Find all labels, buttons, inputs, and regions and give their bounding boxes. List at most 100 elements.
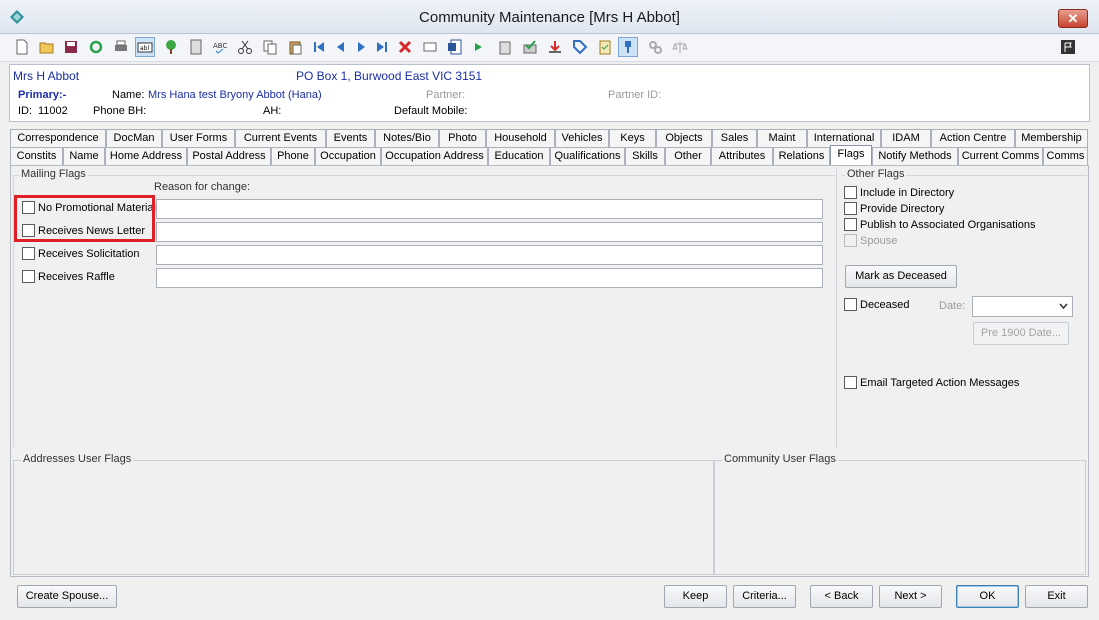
receives-news-letter-checkbox[interactable]: Receives News Letter xyxy=(22,224,145,237)
tab-sales[interactable]: Sales xyxy=(712,129,757,147)
pin-icon[interactable] xyxy=(618,37,638,57)
new-icon[interactable] xyxy=(12,37,32,57)
receives-solicitation-checkbox[interactable]: Receives Solicitation xyxy=(22,247,140,260)
receives-solicitation-reason-input[interactable] xyxy=(156,245,823,265)
gears-icon[interactable] xyxy=(645,37,665,57)
date-dropdown[interactable] xyxy=(972,296,1073,317)
create-spouse-button[interactable]: Create Spouse... xyxy=(17,585,117,608)
pre-1900-date-button[interactable]: Pre 1900 Date... xyxy=(973,322,1069,345)
checkbox-box[interactable] xyxy=(844,202,857,215)
open-icon[interactable] xyxy=(37,37,57,57)
window-title: Community Maintenance [Mrs H Abbot] xyxy=(419,9,680,26)
tab-attributes[interactable]: Attributes xyxy=(711,147,773,165)
tab-docman[interactable]: DocMan xyxy=(106,129,162,147)
checkbox-box[interactable] xyxy=(22,247,35,260)
tab-events[interactable]: Events xyxy=(326,129,375,147)
tab-constits[interactable]: Constits xyxy=(10,147,63,165)
tab-flags[interactable]: Flags xyxy=(830,145,872,165)
clipboard-icon[interactable] xyxy=(495,37,515,57)
close-button[interactable]: ✕ xyxy=(1058,9,1088,28)
checkbox-box[interactable] xyxy=(844,186,857,199)
email-targeted-action-checkbox[interactable]: Email Targeted Action Messages xyxy=(844,376,1019,389)
receives-raffle-checkbox[interactable]: Receives Raffle xyxy=(22,270,115,283)
provide-directory-checkbox[interactable]: Provide Directory xyxy=(844,202,944,215)
checkbox-box[interactable] xyxy=(22,224,35,237)
include-in-directory-checkbox[interactable]: Include in Directory xyxy=(844,186,954,199)
approve-icon[interactable] xyxy=(520,37,540,57)
tab-skills[interactable]: Skills xyxy=(625,147,665,165)
print-icon[interactable] xyxy=(111,37,131,57)
checkbox-box[interactable] xyxy=(844,218,857,231)
forward-icon[interactable] xyxy=(470,37,490,57)
save-icon[interactable] xyxy=(61,37,81,57)
flag-icon[interactable] xyxy=(1058,37,1078,57)
paste-icon[interactable] xyxy=(285,37,305,57)
tab-occupation[interactable]: Occupation xyxy=(315,147,381,165)
checkbox-label: Receives Raffle xyxy=(38,270,115,283)
tab-correspondence[interactable]: Correspondence xyxy=(10,129,106,147)
first-record-icon[interactable] xyxy=(309,37,329,57)
last-record-icon[interactable] xyxy=(372,37,392,57)
criteria-button[interactable]: Criteria... xyxy=(733,585,796,608)
tab-postal-address[interactable]: Postal Address xyxy=(187,147,271,165)
keep-button[interactable]: Keep xyxy=(664,585,727,608)
tab-membership[interactable]: Membership xyxy=(1015,129,1088,147)
back-button[interactable]: < Back xyxy=(810,585,873,608)
copy-icon[interactable] xyxy=(260,37,280,57)
publish-associated-orgs-checkbox[interactable]: Publish to Associated Organisations xyxy=(844,218,1036,231)
mark-as-deceased-button[interactable]: Mark as Deceased xyxy=(845,265,957,288)
tree-icon[interactable] xyxy=(161,37,181,57)
tab-photo[interactable]: Photo xyxy=(439,129,486,147)
tab-current-events[interactable]: Current Events xyxy=(235,129,326,147)
tag-icon[interactable] xyxy=(570,37,590,57)
tab-user-forms[interactable]: User Forms xyxy=(162,129,235,147)
checkbox-label: Receives News Letter xyxy=(38,224,145,237)
word-document-icon[interactable] xyxy=(445,37,465,57)
tab-education[interactable]: Education xyxy=(488,147,550,165)
tab-household[interactable]: Household xyxy=(486,129,555,147)
tab-objects[interactable]: Objects xyxy=(656,129,712,147)
tab-vehicles[interactable]: Vehicles xyxy=(555,129,609,147)
delete-icon[interactable] xyxy=(395,37,415,57)
tab-notify-methods[interactable]: Notify Methods xyxy=(872,147,958,165)
tab-action-centre[interactable]: Action Centre xyxy=(931,129,1015,147)
checklist-icon[interactable] xyxy=(595,37,615,57)
tab-name[interactable]: Name xyxy=(63,147,105,165)
refresh-icon[interactable] xyxy=(86,37,106,57)
no-promotional-reason-input[interactable] xyxy=(156,199,823,219)
checkbox-box[interactable] xyxy=(844,376,857,389)
envelope-icon[interactable] xyxy=(420,37,440,57)
tab-comms[interactable]: Comms xyxy=(1043,147,1088,165)
scale-icon[interactable] xyxy=(670,37,690,57)
next-record-icon[interactable] xyxy=(352,37,372,57)
checkbox-box[interactable] xyxy=(22,201,35,214)
tab-current-comms[interactable]: Current Comms xyxy=(958,147,1043,165)
exit-button[interactable]: Exit xyxy=(1025,585,1088,608)
no-promotional-material-checkbox[interactable]: No Promotional Material xyxy=(22,201,156,214)
cut-icon[interactable] xyxy=(235,37,255,57)
receives-news-letter-reason-input[interactable] xyxy=(156,222,823,242)
tab-notes-bio[interactable]: Notes/Bio xyxy=(375,129,439,147)
tab-other[interactable]: Other xyxy=(665,147,711,165)
spellcheck-icon[interactable]: ABC xyxy=(210,37,230,57)
tab-occupation-address[interactable]: Occupation Address xyxy=(381,147,488,165)
tab-maint[interactable]: Maint xyxy=(757,129,807,147)
checkbox-box[interactable] xyxy=(22,270,35,283)
calculator-icon[interactable] xyxy=(186,37,206,57)
download-icon[interactable] xyxy=(545,37,565,57)
record-header: Mrs H Abbot PO Box 1, Burwood East VIC 3… xyxy=(9,64,1090,122)
tab-phone[interactable]: Phone xyxy=(271,147,315,165)
receives-raffle-reason-input[interactable] xyxy=(156,268,823,288)
deceased-checkbox[interactable]: Deceased xyxy=(844,298,910,311)
checkbox-box[interactable] xyxy=(844,298,857,311)
tab-idam[interactable]: IDAM xyxy=(881,129,931,147)
tab-qualifications[interactable]: Qualifications xyxy=(550,147,625,165)
ok-button[interactable]: OK xyxy=(956,585,1019,608)
date-label: Date: xyxy=(937,300,968,312)
tab-relations[interactable]: Relations xyxy=(773,147,830,165)
field-icon[interactable]: abl xyxy=(135,37,155,57)
next-button[interactable]: Next > xyxy=(879,585,942,608)
previous-record-icon[interactable] xyxy=(330,37,350,57)
tab-home-address[interactable]: Home Address xyxy=(105,147,187,165)
tab-keys[interactable]: Keys xyxy=(609,129,656,147)
